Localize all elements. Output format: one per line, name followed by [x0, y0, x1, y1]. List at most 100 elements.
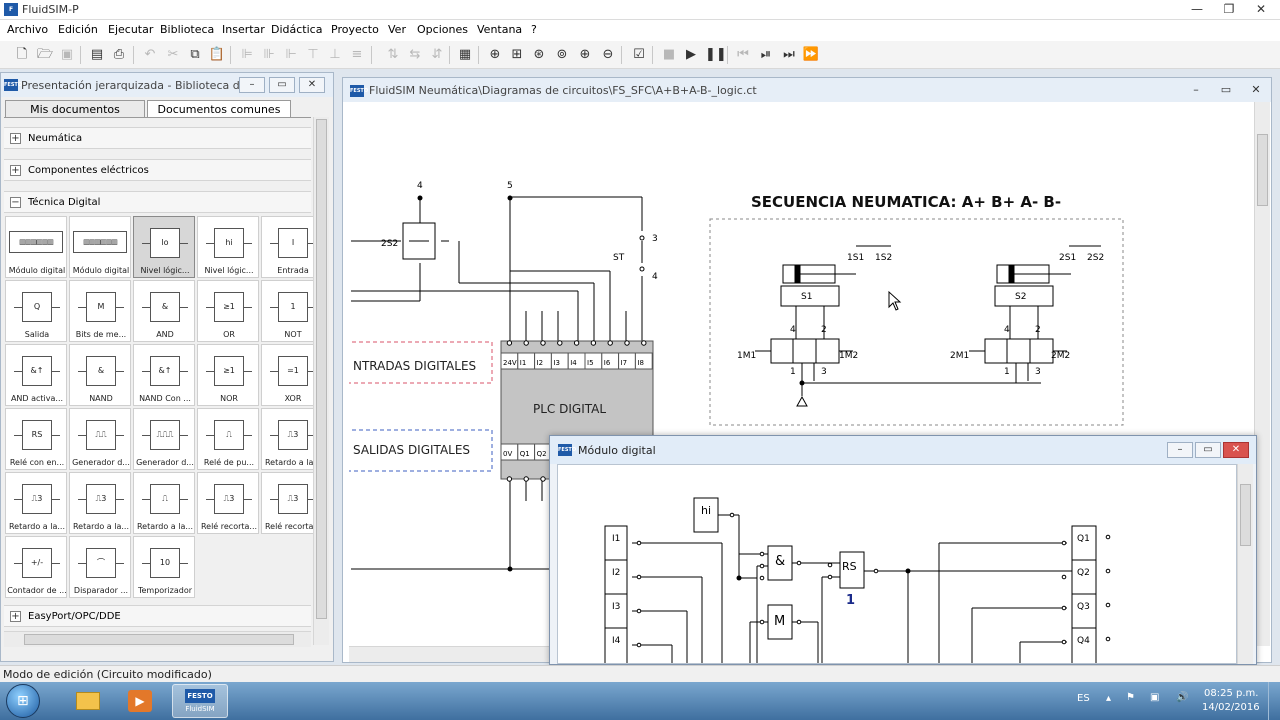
library-component[interactable]: & NAND	[69, 344, 131, 406]
fast-forward-icon[interactable]: ⏩	[802, 46, 820, 64]
menu-ejecutar[interactable]: Ejecutar	[108, 23, 153, 36]
cut-icon[interactable]: ✂	[164, 46, 182, 64]
align-top-icon[interactable]: ⊤	[304, 46, 322, 64]
library-component[interactable]: ▥▥▥▥▥▥ Módulo digital	[5, 216, 67, 278]
step-forward-icon[interactable]: ⏭	[780, 46, 798, 64]
menu-help[interactable]: ?	[531, 23, 537, 36]
library-component[interactable]: ⌒ Disparador ...	[69, 536, 131, 598]
library-component[interactable]: ⎍ Retardo a la...	[133, 472, 195, 534]
menu-ventana[interactable]: Ventana	[477, 23, 522, 36]
library-component[interactable]: ⎍ Relé de pu...	[197, 408, 259, 470]
library-component[interactable]: ⎍3 Relé recorta...	[197, 472, 259, 534]
library-component[interactable]: ≥1 OR	[197, 280, 259, 342]
align-left-icon[interactable]: ⊫	[238, 46, 256, 64]
maximize-button[interactable]: ❐	[1214, 0, 1244, 19]
zoom-box-icon[interactable]: ⊞	[508, 46, 526, 64]
zoom-in-icon[interactable]: ⊕	[576, 46, 594, 64]
network-icon[interactable]: ▣	[1150, 692, 1159, 703]
module-minimize-button[interactable]: –	[1167, 442, 1193, 458]
menu-didactica[interactable]: Didáctica	[271, 23, 322, 36]
menu-ver[interactable]: Ver	[388, 23, 406, 36]
section-tecnica-digital[interactable]: − Técnica Digital	[4, 191, 311, 213]
tab-mis-documentos[interactable]: Mis documentos	[5, 100, 145, 118]
library-component[interactable]: +/- Contador de ...	[5, 536, 67, 598]
step-icon[interactable]: ⏯	[757, 46, 775, 64]
circuit-maximize-button[interactable]: ▭	[1215, 82, 1237, 98]
menu-opciones[interactable]: Opciones	[417, 23, 468, 36]
align-center-icon[interactable]: ⊪	[260, 46, 278, 64]
stop-icon[interactable]: ■	[660, 46, 678, 64]
section-neumatica[interactable]: + Neumática	[4, 127, 311, 149]
close-button[interactable]: ✕	[1246, 0, 1276, 19]
open-icon[interactable]: 🗁	[36, 46, 54, 64]
library-maximize-button[interactable]: ▭	[269, 77, 295, 93]
start-button[interactable]: ⊞	[6, 684, 40, 718]
section-componentes-electricos[interactable]: + Componentes eléctricos	[4, 159, 311, 181]
library-close-button[interactable]: ✕	[299, 77, 325, 93]
section-easyport[interactable]: + EasyPort/OPC/DDE	[4, 605, 311, 627]
mirror-icon[interactable]: ⇆	[406, 46, 424, 64]
library-component[interactable]: ▥▥▥▥▥▥ Módulo digital	[69, 216, 131, 278]
volume-icon[interactable]: 🔊	[1176, 692, 1188, 703]
copy-icon[interactable]: ⧉	[186, 46, 204, 64]
library-vertical-scrollbar[interactable]	[313, 117, 329, 645]
zoom-out-icon[interactable]: ⊖	[599, 46, 617, 64]
library-component[interactable]: &↑ NAND Con ...	[133, 344, 195, 406]
library-component[interactable]: & AND	[133, 280, 195, 342]
library-component[interactable]: ⎍⎍⎍ Generador d...	[133, 408, 195, 470]
menu-proyecto[interactable]: Proyecto	[331, 23, 379, 36]
module-vertical-scrollbar[interactable]	[1237, 464, 1253, 664]
zoom-window-icon[interactable]: ⊚	[553, 46, 571, 64]
clock-date[interactable]: 14/02/2016	[1202, 702, 1260, 713]
grid-icon[interactable]: ▦	[456, 46, 474, 64]
check-icon[interactable]: ☑	[630, 46, 648, 64]
library-component[interactable]: &↑ AND activa...	[5, 344, 67, 406]
zoom-1-icon[interactable]: ⊕	[486, 46, 504, 64]
menu-biblioteca[interactable]: Biblioteca	[160, 23, 214, 36]
action-center-icon[interactable]: ⚑	[1126, 692, 1135, 703]
library-component[interactable]: hi Nivel lógic...	[197, 216, 259, 278]
zoom-fit-icon[interactable]: ⊛	[530, 46, 548, 64]
align-middle-icon[interactable]: ⊥	[326, 46, 344, 64]
library-component[interactable]: M Bits de me...	[69, 280, 131, 342]
align-bottom-icon[interactable]: ≡	[348, 46, 366, 64]
minimize-button[interactable]: —	[1182, 0, 1212, 19]
print-icon[interactable]: ⎙	[110, 46, 128, 64]
undo-icon[interactable]: ↶	[141, 46, 159, 64]
circuit-close-button[interactable]: ✕	[1245, 82, 1267, 98]
library-component[interactable]: ⎍3 Retardo a la...	[5, 472, 67, 534]
library-component[interactable]: ⎍3 Retardo a la...	[69, 472, 131, 534]
tray-expand-icon[interactable]: ▴	[1106, 693, 1111, 704]
library-minimize-button[interactable]: –	[239, 77, 265, 93]
save-icon[interactable]: ▣	[58, 46, 76, 64]
taskbar-media-button[interactable]: ▶	[120, 684, 160, 718]
module-canvas[interactable]: I1 I2 I3 I4 Q1 Q2 Q3 Q4 hi & M RS 1	[557, 464, 1237, 664]
rotate-icon[interactable]: ⇅	[384, 46, 402, 64]
library-component[interactable]: lo Nivel lógic...	[133, 216, 195, 278]
tab-documentos-comunes[interactable]: Documentos comunes	[147, 100, 291, 118]
clock-time[interactable]: 08:25 p.m.	[1204, 688, 1258, 699]
menu-archivo[interactable]: Archivo	[7, 23, 48, 36]
language-indicator[interactable]: ES	[1077, 693, 1090, 704]
show-desktop-button[interactable]	[1268, 682, 1280, 720]
align-right-icon[interactable]: ⊩	[282, 46, 300, 64]
taskbar-explorer-button[interactable]	[68, 684, 108, 718]
library-component[interactable]: 10 Temporizador	[133, 536, 195, 598]
module-close-button[interactable]: ✕	[1223, 442, 1249, 458]
taskbar-fluidsim-button[interactable]: FESTO FluidSIM	[172, 684, 228, 718]
library-component[interactable]: ≥1 NOR	[197, 344, 259, 406]
menu-edicion[interactable]: Edición	[58, 23, 98, 36]
menu-insertar[interactable]: Insertar	[222, 23, 265, 36]
library-component[interactable]: ⎍⎍ Generador d...	[69, 408, 131, 470]
new-icon[interactable]: 🗋	[13, 46, 31, 64]
library-component[interactable]: Q Salida	[5, 280, 67, 342]
circuit-minimize-button[interactable]: –	[1185, 82, 1207, 98]
library-component[interactable]: RS Relé con en...	[5, 408, 67, 470]
print-preview-icon[interactable]: ▤	[88, 46, 106, 64]
library-horizontal-scrollbar[interactable]	[4, 631, 311, 647]
rewind-icon[interactable]: ⏮	[734, 46, 752, 64]
flip-icon[interactable]: ⇵	[428, 46, 446, 64]
module-maximize-button[interactable]: ▭	[1195, 442, 1221, 458]
play-icon[interactable]: ▶	[682, 46, 700, 64]
paste-icon[interactable]: 📋	[208, 46, 226, 64]
